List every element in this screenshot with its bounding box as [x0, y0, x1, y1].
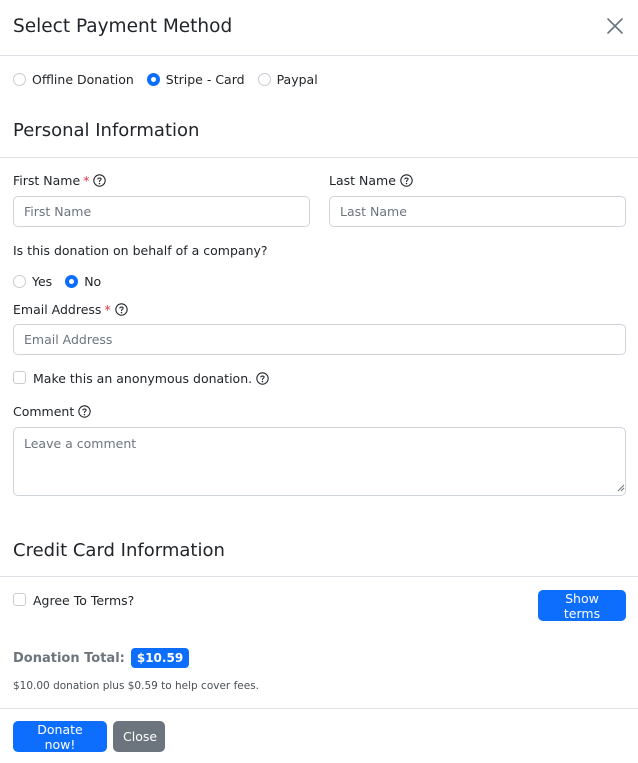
payment-method-group: Offline Donation Stripe - Card Paypal: [13, 72, 331, 87]
anonymous-checkbox[interactable]: [13, 371, 26, 384]
footer-divider: [0, 708, 638, 709]
radio-offline-donation[interactable]: [13, 73, 26, 86]
personal-info-heading: Personal Information: [13, 120, 200, 141]
agree-terms-checkbox[interactable]: [13, 593, 26, 606]
radio-label-paypal: Paypal: [276, 72, 318, 87]
divider: [0, 576, 638, 577]
donation-total-badge: $10.59: [130, 648, 190, 668]
radio-label-no: No: [84, 274, 102, 289]
radio-company-no[interactable]: [65, 275, 79, 288]
modal-header: Select Payment Method: [0, 0, 638, 56]
close-icon[interactable]: [603, 14, 627, 38]
radio-label-yes: Yes: [32, 274, 53, 289]
close-button[interactable]: Close: [113, 721, 165, 752]
comment-textarea[interactable]: [13, 427, 626, 496]
last-name-input[interactable]: [329, 196, 626, 227]
email-input[interactable]: [13, 324, 626, 355]
credit-card-heading: Credit Card Information: [13, 540, 225, 561]
help-icon[interactable]: [114, 303, 128, 316]
donation-total: Donation Total: $10.59: [13, 648, 190, 668]
anonymous-label-text: Make this an anonymous donation.: [33, 371, 253, 386]
first-name-input[interactable]: [13, 196, 310, 227]
radio-company-yes[interactable]: [13, 275, 26, 288]
donation-total-label: Donation Total:: [13, 650, 125, 666]
show-terms-button[interactable]: Show terms: [538, 590, 626, 621]
divider: [0, 157, 638, 158]
fee-note: $10.00 donation plus $0.59 to help cover…: [13, 680, 260, 692]
email-label: Email Address *: [13, 302, 128, 317]
email-label-text: Email Address: [13, 302, 102, 317]
help-icon[interactable]: [78, 405, 91, 418]
anonymous-label: Make this an anonymous donation.: [33, 371, 269, 386]
comment-label-text: Comment: [13, 404, 75, 419]
required-mark: *: [104, 302, 111, 317]
last-name-label: Last Name: [329, 173, 413, 188]
payment-modal: Select Payment Method Offline Donation S…: [0, 0, 638, 763]
radio-label-offline-donation: Offline Donation: [32, 72, 134, 87]
help-icon[interactable]: [93, 174, 107, 187]
company-option-group: Yes No: [13, 274, 114, 289]
comment-label: Comment: [13, 404, 91, 419]
radio-label-stripe-card: Stripe - Card: [165, 72, 245, 87]
donate-button[interactable]: Donate now!: [13, 721, 107, 752]
first-name-label: First Name *: [13, 173, 107, 188]
radio-paypal[interactable]: [257, 73, 271, 86]
company-question: Is this donation on behalf of a company?: [13, 243, 268, 258]
modal-title: Select Payment Method: [13, 16, 233, 37]
agree-terms-label: Agree To Terms?: [33, 593, 135, 608]
help-icon[interactable]: [256, 372, 269, 385]
resize-grip-icon[interactable]: [617, 484, 625, 492]
last-name-label-text: Last Name: [329, 173, 396, 188]
required-mark: *: [83, 173, 90, 188]
radio-stripe-card[interactable]: [146, 73, 160, 86]
help-icon[interactable]: [400, 174, 413, 187]
first-name-label-text: First Name: [13, 173, 81, 188]
